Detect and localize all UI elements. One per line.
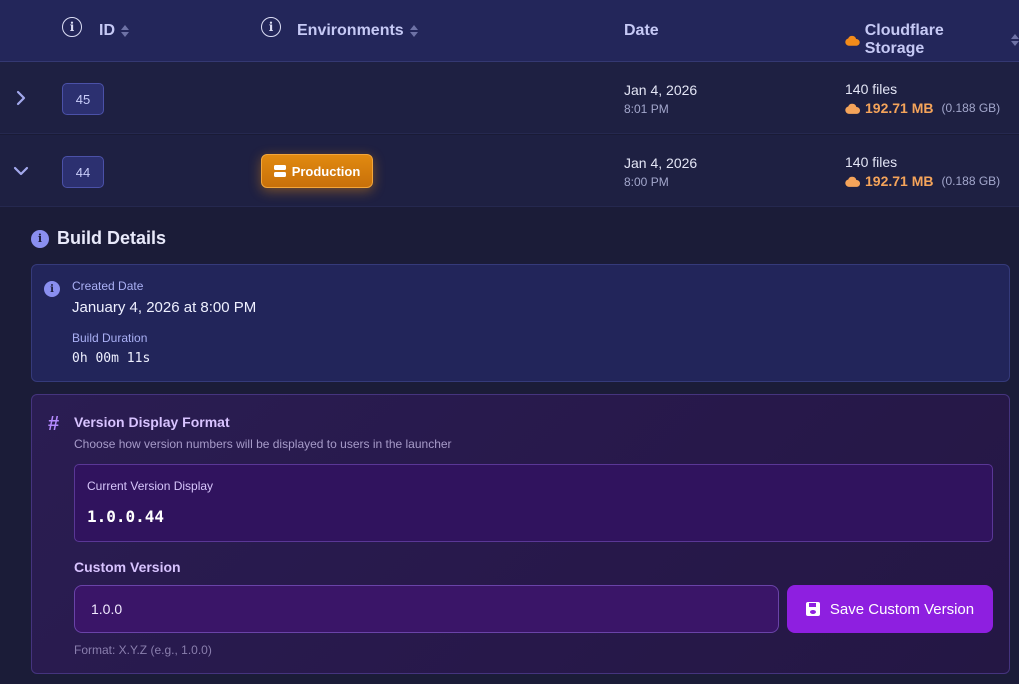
info-icon: i xyxy=(31,229,49,248)
header-environments[interactable]: Environments xyxy=(297,22,418,40)
current-version-label: Current Version Display xyxy=(87,479,214,493)
row-size-mb: 192.71 MB xyxy=(865,100,934,116)
environment-label: Production xyxy=(291,163,361,179)
header-id-label: ID xyxy=(99,22,115,39)
created-date-value: January 4, 2026 at 8:00 PM xyxy=(72,299,257,316)
build-duration-value: 0h 00m 11s xyxy=(72,351,151,366)
table-header: i ID i Environments Date Cloudflare Stor… xyxy=(0,0,1019,62)
build-info-card: i Created Date January 4, 2026 at 8:00 P… xyxy=(31,264,1010,382)
server-icon xyxy=(273,165,286,177)
custom-version-input[interactable] xyxy=(74,585,779,633)
chevron-right-icon[interactable] xyxy=(12,89,30,107)
row-size: 192.71 MB (0.188 GB) xyxy=(845,173,1000,189)
sort-icon[interactable] xyxy=(1011,34,1019,46)
row-size-gb: (0.188 GB) xyxy=(941,174,1001,188)
info-icon: i xyxy=(44,281,60,297)
floppy-disk-icon xyxy=(805,602,820,616)
current-version-box: Current Version Display 1.0.0.44 xyxy=(74,464,993,542)
row-time: 8:00 PM xyxy=(624,175,669,189)
build-details-heading: Build Details xyxy=(57,228,167,248)
row-files: 140 files xyxy=(845,154,898,170)
version-format-title: Version Display Format xyxy=(74,414,230,430)
table-row[interactable]: 44 Production Jan 4, 2026 8:00 PM 140 fi… xyxy=(0,135,1019,207)
row-date: Jan 4, 2026 xyxy=(624,82,698,98)
header-storage[interactable]: Cloudflare Storage xyxy=(845,22,1019,58)
build-details-title: i Build Details xyxy=(31,228,166,249)
current-version-value: 1.0.0.44 xyxy=(87,507,165,526)
header-date-label: Date xyxy=(624,22,659,39)
save-custom-version-label: Save Custom Version xyxy=(829,600,975,618)
created-date-label: Created Date xyxy=(72,279,144,293)
header-environments-label: Environments xyxy=(297,22,404,39)
row-date: Jan 4, 2026 xyxy=(624,155,698,171)
row-size-mb: 192.71 MB xyxy=(865,173,934,189)
row-time: 8:01 PM xyxy=(624,102,669,116)
custom-version-label: Custom Version xyxy=(74,559,181,575)
id-badge: 45 xyxy=(62,83,104,115)
row-size: 192.71 MB (0.188 GB) xyxy=(845,100,1000,116)
version-format-card: # Version Display Format Choose how vers… xyxy=(31,394,1010,674)
info-icon[interactable]: i xyxy=(261,17,281,37)
table-row[interactable]: 45 Jan 4, 2026 8:01 PM 140 files 192.71 … xyxy=(0,62,1019,134)
chevron-down-icon[interactable] xyxy=(12,162,30,180)
sort-icon[interactable] xyxy=(121,25,129,37)
id-badge: 44 xyxy=(62,156,104,188)
environment-badge[interactable]: Production xyxy=(261,154,373,188)
cloud-icon xyxy=(845,35,860,46)
cloud-icon xyxy=(845,103,860,114)
save-custom-version-button[interactable]: Save Custom Version xyxy=(787,585,993,633)
header-date: Date xyxy=(624,22,659,40)
build-duration-label: Build Duration xyxy=(72,331,148,345)
header-id[interactable]: ID xyxy=(99,22,129,40)
hash-icon: # xyxy=(48,413,60,435)
row-files: 140 files xyxy=(845,81,898,97)
info-icon[interactable]: i xyxy=(62,17,82,37)
version-format-description: Choose how version numbers will be displ… xyxy=(74,437,452,451)
version-format-hint: Format: X.Y.Z (e.g., 1.0.0) xyxy=(74,643,212,657)
header-storage-label: Cloudflare Storage xyxy=(864,22,944,57)
sort-icon[interactable] xyxy=(409,25,418,37)
row-size-gb: (0.188 GB) xyxy=(941,101,1001,115)
cloud-icon xyxy=(845,176,860,187)
